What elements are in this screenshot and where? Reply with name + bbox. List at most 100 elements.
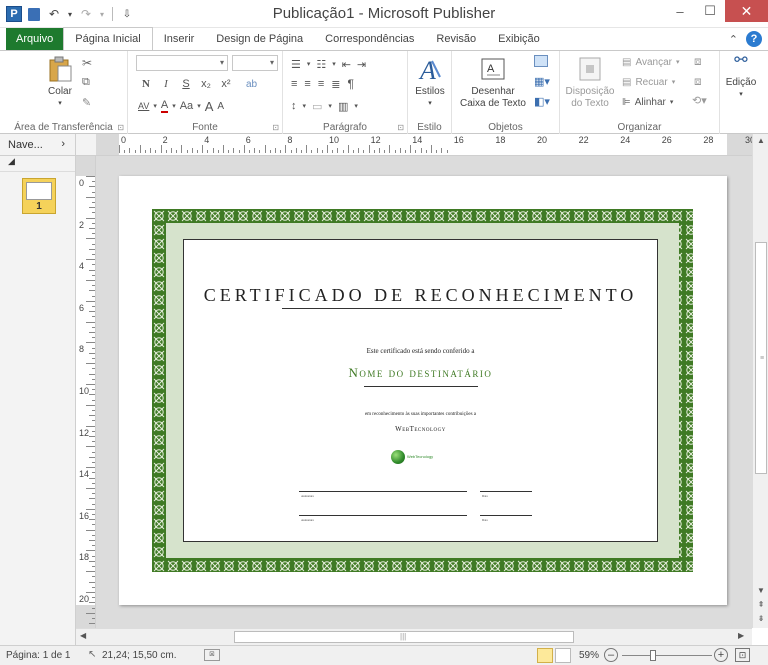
building-blocks-icon[interactable]: ◧▾ bbox=[534, 95, 550, 108]
horizontal-ruler[interactable]: 024681012141618202224262830 bbox=[96, 134, 752, 156]
increase-indent-icon[interactable]: ⇥ bbox=[357, 58, 366, 71]
certificate-inner-frame[interactable]: CERTIFICADO DE RECONHECIMENTO Este certi… bbox=[183, 239, 658, 542]
send-backward-button[interactable]: ▤ Recuar ▾ bbox=[622, 73, 675, 91]
two-page-view-button[interactable] bbox=[555, 648, 571, 663]
certificate-description[interactable]: em reconhecimento às suas importantes co… bbox=[184, 412, 657, 417]
zoom-slider[interactable] bbox=[622, 655, 712, 656]
show-marks-button[interactable]: ¶ bbox=[347, 77, 353, 91]
zoom-slider-knob[interactable] bbox=[650, 650, 656, 661]
certificate-subtitle[interactable]: Este certificado está sendo conferido a bbox=[184, 347, 657, 355]
tab-file[interactable]: Arquivo bbox=[6, 28, 64, 50]
align-center-icon[interactable]: ≡ bbox=[304, 78, 310, 90]
scroll-right-icon[interactable]: ▶ bbox=[738, 631, 744, 640]
bullets-icon[interactable]: ☰ bbox=[291, 58, 301, 71]
shrink-font-button[interactable]: A bbox=[217, 101, 224, 112]
chevron-right-icon[interactable]: › bbox=[61, 138, 65, 150]
page-count-status[interactable]: Página: 1 de 1 bbox=[6, 650, 71, 661]
tab-view[interactable]: Exibição bbox=[487, 28, 551, 50]
scroll-left-icon[interactable]: ◀ bbox=[80, 631, 86, 640]
bold-button[interactable]: N bbox=[138, 78, 154, 90]
pane-collapse-row[interactable]: ◢ bbox=[0, 156, 75, 172]
line-spacing-icon[interactable]: ↕ bbox=[291, 100, 297, 112]
shading-icon[interactable]: ▭ bbox=[312, 100, 322, 113]
zoom-level[interactable]: 59% bbox=[579, 650, 599, 661]
horizontal-scroll-thumb[interactable]: ||| bbox=[234, 631, 574, 643]
styles-button[interactable]: A Estilos ▾ bbox=[410, 55, 450, 110]
minimize-button[interactable]: – bbox=[665, 0, 695, 22]
paste-button[interactable]: Colar ▾ bbox=[40, 55, 80, 110]
subscript-button[interactable]: x₂ bbox=[198, 78, 214, 90]
cut-icon[interactable]: ✂ bbox=[82, 56, 92, 70]
styles-group-label: Estilo bbox=[417, 122, 442, 133]
columns-icon[interactable]: ▥ bbox=[338, 100, 348, 113]
ruler-tick bbox=[92, 545, 95, 547]
font-size-combo[interactable]: ▾ bbox=[232, 55, 278, 71]
numbering-icon[interactable]: ☷ bbox=[316, 58, 326, 71]
align-right-icon[interactable]: ≡ bbox=[318, 78, 324, 90]
superscript-button[interactable]: x² bbox=[218, 78, 234, 90]
editing-button[interactable]: ⚯ Edição ▾ bbox=[722, 53, 760, 101]
previous-page-icon[interactable]: ⇞ bbox=[753, 600, 768, 609]
format-painter-icon[interactable]: ✎ bbox=[82, 96, 91, 109]
ungroup-icon[interactable]: ⧈ bbox=[694, 74, 702, 89]
align-left-icon[interactable]: ≡ bbox=[291, 78, 297, 90]
wrap-text-button[interactable]: Disposição do Texto bbox=[562, 55, 618, 110]
signature-label-1[interactable]: Assinatura bbox=[301, 494, 314, 498]
rotate-icon[interactable]: ⟲▾ bbox=[692, 94, 707, 107]
date-label-1[interactable]: Data bbox=[482, 494, 488, 498]
zoom-out-button[interactable]: – bbox=[604, 648, 618, 662]
tab-insert[interactable]: Inserir bbox=[153, 28, 206, 50]
draw-textbox-button[interactable]: A Desenhar Caixa de Texto bbox=[454, 55, 532, 110]
underline-button[interactable]: S bbox=[178, 78, 194, 90]
italic-button[interactable]: I bbox=[158, 78, 174, 90]
font-launcher-icon[interactable]: ⊡ bbox=[272, 123, 279, 132]
recipient-name[interactable]: Nome do destinatário bbox=[184, 365, 657, 381]
maximize-button[interactable]: ☐ bbox=[695, 0, 725, 22]
next-page-icon[interactable]: ⇟ bbox=[753, 614, 768, 623]
tab-mailings[interactable]: Correspondências bbox=[314, 28, 425, 50]
zoom-in-button[interactable]: + bbox=[714, 648, 728, 662]
vertical-ruler[interactable]: 0 2 4 6 8 10 12 14 16 18 20 bbox=[76, 156, 96, 628]
macro-record-icon[interactable]: ☒ bbox=[204, 649, 220, 661]
scroll-up-icon[interactable]: ▲ bbox=[753, 136, 768, 145]
vertical-scrollbar[interactable]: ▲ ≡ ▼ ⇞ ⇟ bbox=[752, 134, 768, 628]
page-thumbnail[interactable]: 1 bbox=[22, 178, 56, 214]
collapse-ribbon-icon[interactable]: ⌃ bbox=[729, 33, 738, 46]
font-color-button[interactable]: A bbox=[160, 99, 169, 113]
vertical-scroll-thumb[interactable]: ≡ bbox=[755, 242, 767, 474]
copy-icon[interactable]: ⧉ bbox=[82, 76, 90, 89]
help-icon[interactable]: ? bbox=[746, 31, 762, 47]
character-spacing-button[interactable]: AV bbox=[138, 101, 149, 111]
bring-forward-button[interactable]: ▤ Avançar ▾ bbox=[622, 53, 679, 71]
certificate-title[interactable]: CERTIFICADO DE RECONHECIMENTO bbox=[184, 285, 657, 306]
document-workspace[interactable]: CERTIFICADO DE RECONHECIMENTO Este certi… bbox=[96, 156, 752, 628]
tab-page-design[interactable]: Design de Página bbox=[205, 28, 314, 50]
group-objects-icon[interactable]: ⧈ bbox=[694, 54, 702, 69]
clear-format-icon[interactable]: ab bbox=[246, 79, 257, 90]
change-case-button[interactable]: Aa bbox=[180, 100, 193, 112]
certificate-border[interactable]: CERTIFICADO DE RECONHECIMENTO Este certi… bbox=[152, 209, 693, 572]
clipboard-launcher-icon[interactable]: ⊡ bbox=[117, 123, 124, 132]
collapse-triangle-icon[interactable]: ◢ bbox=[8, 156, 15, 166]
navigation-header[interactable]: Nave... › bbox=[0, 134, 76, 156]
signature-label-2[interactable]: Assinatura bbox=[301, 518, 314, 522]
date-label-2[interactable]: Data bbox=[482, 518, 488, 522]
single-page-view-button[interactable] bbox=[537, 648, 553, 663]
grow-font-button[interactable]: A bbox=[205, 99, 214, 114]
paragraph-launcher-icon[interactable]: ⊡ bbox=[397, 123, 404, 132]
certificate-page[interactable]: CERTIFICADO DE RECONHECIMENTO Este certi… bbox=[119, 176, 727, 605]
table-icon[interactable]: ▦▾ bbox=[534, 75, 550, 88]
picture-icon[interactable] bbox=[534, 55, 548, 67]
organization-logo[interactable]: WebTecnology bbox=[391, 450, 439, 468]
organization-name[interactable]: WebTecnology bbox=[184, 425, 657, 433]
close-button[interactable]: ✕ bbox=[725, 0, 768, 22]
font-name-combo[interactable]: ▾ bbox=[136, 55, 228, 71]
horizontal-scrollbar[interactable]: ◀ ||| ▶ bbox=[76, 628, 752, 645]
scroll-down-icon[interactable]: ▼ bbox=[753, 586, 768, 595]
decrease-indent-icon[interactable]: ⇤ bbox=[342, 58, 351, 71]
justify-icon[interactable]: ≣ bbox=[331, 78, 340, 91]
align-button[interactable]: ⊫ Alinhar ▾ bbox=[622, 93, 673, 111]
tab-home[interactable]: Página Inicial bbox=[63, 27, 153, 50]
fit-page-icon[interactable]: ⊡ bbox=[735, 648, 750, 662]
tab-review[interactable]: Revisão bbox=[425, 28, 487, 50]
